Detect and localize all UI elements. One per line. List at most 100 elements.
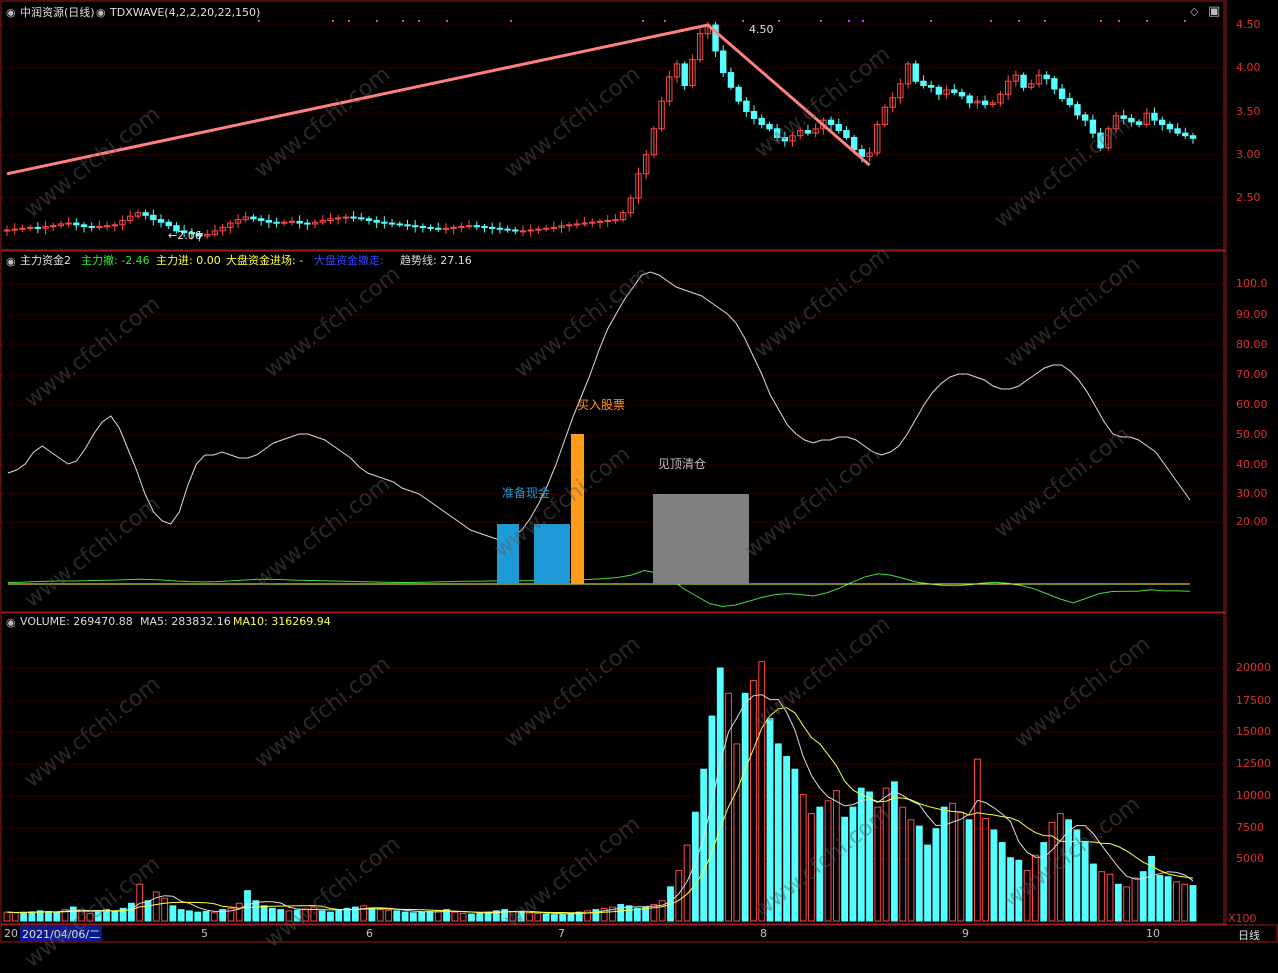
axis-tick-label: 4.00 (1236, 61, 1261, 74)
signal-dot (1018, 20, 1020, 22)
candle-body (250, 216, 257, 220)
candle-body (735, 86, 742, 102)
candle-body (1051, 78, 1058, 90)
candle-body (681, 63, 688, 87)
volume-bar (907, 819, 915, 922)
candle-body (496, 227, 504, 230)
candle-body (843, 130, 850, 138)
candle-body (373, 219, 380, 223)
month-label: 7 (558, 927, 565, 940)
candle-body (365, 218, 373, 221)
volume-bar (169, 905, 177, 922)
signal-dot (446, 20, 448, 22)
volume-bar (468, 913, 475, 922)
axis-tick-label: 50.00 (1236, 428, 1268, 441)
volume-bar (426, 911, 434, 922)
candle-body (850, 136, 858, 151)
signal-dot (990, 20, 992, 22)
candle-body (912, 63, 919, 82)
volume-bar (998, 842, 1006, 922)
volume-bar (1106, 873, 1114, 922)
candle-body (1135, 121, 1143, 125)
candle-body (958, 91, 966, 97)
annotation-buy-stock: 买入股票 (577, 398, 626, 412)
month-label: 5 (201, 927, 208, 940)
axis-tick-label: 15000 (1236, 725, 1271, 738)
diamond-icon[interactable]: ◇ (1190, 5, 1198, 18)
collapse-icon[interactable]: ◉ (6, 616, 16, 629)
candle-body (65, 222, 72, 225)
candle-body (473, 225, 480, 228)
signal-dot (742, 20, 744, 22)
axis-tick-label: 3.50 (1236, 105, 1261, 118)
axis-tick-label: 5000 (1236, 852, 1264, 865)
candle-body (519, 230, 527, 233)
candle-body (512, 229, 519, 232)
volume-bar (1156, 874, 1164, 922)
candle-body (419, 226, 427, 229)
axis-tick-label: 2.50 (1236, 191, 1261, 204)
axis-tick-label: 10000 (1236, 789, 1271, 802)
candle-body (26, 226, 34, 229)
signal-dot (258, 20, 260, 22)
candle-body (920, 80, 927, 87)
axis-tick-label: 80.00 (1236, 338, 1268, 351)
axis-tick-label: 12500 (1236, 757, 1271, 770)
candle-body (1066, 98, 1073, 106)
candle-body (1074, 104, 1081, 116)
volume-bar (617, 904, 625, 922)
low-label: ←2.06 (168, 229, 202, 242)
axis-tick-label: 60.00 (1236, 398, 1268, 411)
signal-dot (1184, 20, 1186, 22)
signal-dot (402, 20, 404, 22)
axis-tick-label: 7500 (1236, 821, 1264, 834)
volume-bar (152, 891, 160, 922)
candle-body (527, 229, 534, 232)
candle-body (565, 224, 573, 227)
candle-body (951, 89, 958, 93)
axis-tick-label: 70.00 (1236, 368, 1268, 381)
volume-bar (708, 715, 716, 922)
candle-body (1151, 112, 1158, 121)
candle-body (835, 123, 842, 132)
volume-bar (3, 911, 11, 922)
volume-bar (385, 909, 392, 922)
collapse-icon[interactable]: ◉ (6, 255, 16, 268)
axis-tick-label: 3.00 (1236, 148, 1261, 161)
period-label[interactable]: 日线 (1238, 927, 1260, 943)
volume-bar (235, 902, 243, 922)
candle-body (304, 222, 311, 225)
candle-body (573, 223, 581, 226)
candle-body (504, 228, 511, 231)
candle-body (3, 229, 11, 232)
volume-bar (899, 806, 907, 922)
volume-bar (1098, 871, 1106, 922)
volume-bar (658, 900, 666, 922)
candle-body (535, 228, 542, 231)
volume-bar (1173, 881, 1180, 922)
window-icon[interactable]: ▣ (1208, 4, 1220, 19)
candle-body (481, 226, 488, 229)
volume-bar (932, 828, 940, 922)
fund-item-market-out: 大盘资金撤走: (314, 254, 384, 267)
volume-bar (28, 911, 36, 922)
collapse-icon[interactable]: ◉ (96, 6, 106, 19)
candle-body (927, 85, 935, 88)
month-label: 10 (1146, 927, 1160, 940)
candle-body (1182, 132, 1189, 137)
volume-bar (376, 909, 384, 922)
candle-body (288, 220, 296, 223)
collapse-icon[interactable]: ◉ (6, 6, 16, 19)
annotation-top-clear: 见顶清仓 (658, 457, 707, 471)
signal-dot (1044, 20, 1046, 22)
volume-bar (268, 907, 276, 922)
volume-bar (542, 913, 550, 922)
axis-tick-label: 17500 (1236, 694, 1271, 707)
candle-body (442, 227, 450, 230)
axis-tick-label: 20000 (1236, 661, 1271, 674)
signal-dot (862, 20, 864, 22)
stock-title: 中润资源(日线) (20, 6, 95, 19)
signal-dot (418, 20, 420, 22)
signal-dot (1100, 20, 1102, 22)
volume-bar (567, 912, 575, 922)
